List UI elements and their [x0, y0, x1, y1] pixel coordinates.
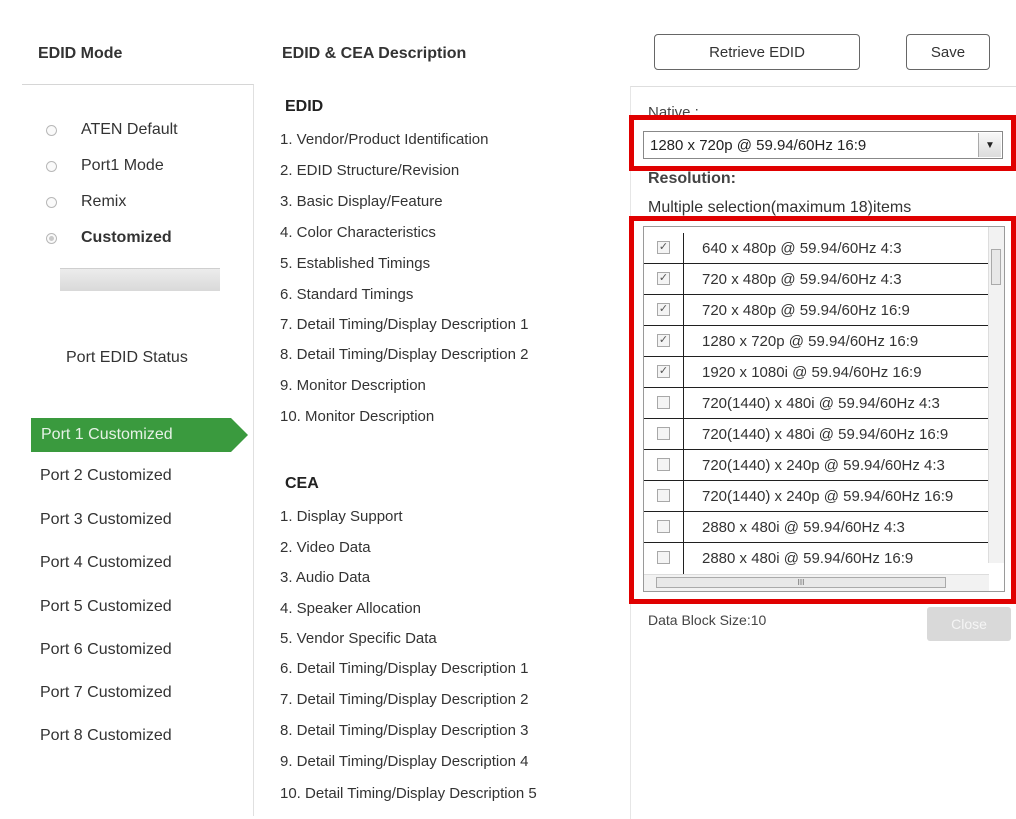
resolution-title: Resolution: — [648, 170, 736, 187]
port-edid-status-title: Port EDID Status — [66, 349, 188, 366]
mode-remix[interactable]: Remix — [46, 193, 126, 211]
port-item-5[interactable]: Port 5 Customized — [40, 598, 172, 616]
edid-item[interactable]: 4. Color Characteristics — [280, 224, 436, 241]
cea-item[interactable]: 4. Speaker Allocation — [280, 600, 421, 617]
edid-item[interactable]: 10. Monitor Description — [280, 408, 434, 425]
retrieve-edid-button[interactable]: Retrieve EDID — [654, 34, 860, 70]
edid-item[interactable]: 1. Vendor/Product Identification — [280, 131, 488, 148]
port-item-7[interactable]: Port 7 Customized — [40, 684, 172, 702]
highlight-native-select — [629, 115, 1016, 171]
cea-item[interactable]: 5. Vendor Specific Data — [280, 630, 437, 647]
cea-item[interactable]: 2. Video Data — [280, 539, 371, 556]
cea-section-title: CEA — [285, 475, 319, 492]
mode-label: ATEN Default — [81, 121, 178, 138]
mode-label: Port1 Mode — [81, 157, 164, 174]
resolution-hint: Multiple selection(maximum 18)items — [648, 199, 912, 216]
port-item-2[interactable]: Port 2 Customized — [40, 467, 172, 485]
edid-item[interactable]: 2. EDID Structure/Revision — [280, 162, 459, 179]
edid-item[interactable]: 9. Monitor Description — [280, 377, 426, 394]
mode-aten-default[interactable]: ATEN Default — [46, 121, 178, 139]
port-item-6[interactable]: Port 6 Customized — [40, 641, 172, 659]
cea-item[interactable]: 6. Detail Timing/Display Description 1 — [280, 660, 528, 677]
radio-icon[interactable] — [46, 196, 57, 208]
edid-item[interactable]: 5. Established Timings — [280, 255, 430, 272]
cea-item[interactable]: 8. Detail Timing/Display Description 3 — [280, 722, 528, 739]
edid-cea-description-title: EDID & CEA Description — [282, 45, 467, 62]
edid-item[interactable]: 3. Basic Display/Feature — [280, 193, 443, 210]
radio-icon[interactable] — [46, 160, 57, 172]
save-button[interactable]: Save — [906, 34, 990, 70]
highlight-resolution-list — [629, 216, 1016, 604]
port-item-4[interactable]: Port 4 Customized — [40, 554, 172, 572]
apply-button[interactable]: Close — [927, 607, 1011, 641]
edid-item[interactable]: 6. Standard Timings — [280, 286, 413, 303]
edid-item[interactable]: 8. Detail Timing/Display Description 2 — [280, 346, 528, 363]
mode-label: Customized — [81, 229, 172, 246]
data-block-size: Data Block Size:10 — [648, 612, 767, 628]
port-label: Port 1 Customized — [41, 426, 173, 443]
port-item-1[interactable]: Port 1 Customized — [31, 418, 248, 452]
cea-item[interactable]: 9. Detail Timing/Display Description 4 — [280, 753, 528, 770]
cea-item[interactable]: 1. Display Support — [280, 508, 403, 525]
cea-item[interactable]: 7. Detail Timing/Display Description 2 — [280, 691, 528, 708]
customize-bar[interactable] — [60, 268, 220, 291]
edid-mode-title: EDID Mode — [38, 45, 123, 62]
radio-selected-icon[interactable] — [46, 232, 57, 244]
port-item-3[interactable]: Port 3 Customized — [40, 511, 172, 529]
mode-port1[interactable]: Port1 Mode — [46, 157, 164, 175]
mode-label: Remix — [81, 193, 127, 210]
edid-section-title: EDID — [285, 98, 324, 115]
edid-item[interactable]: 7. Detail Timing/Display Description 1 — [280, 316, 528, 333]
cea-item[interactable]: 3. Audio Data — [280, 569, 370, 586]
radio-icon[interactable] — [46, 124, 57, 136]
cea-item[interactable]: 10. Detail Timing/Display Description 5 — [280, 785, 537, 802]
mode-customized[interactable]: Customized — [46, 229, 172, 247]
port-item-8[interactable]: Port 8 Customized — [40, 727, 172, 745]
